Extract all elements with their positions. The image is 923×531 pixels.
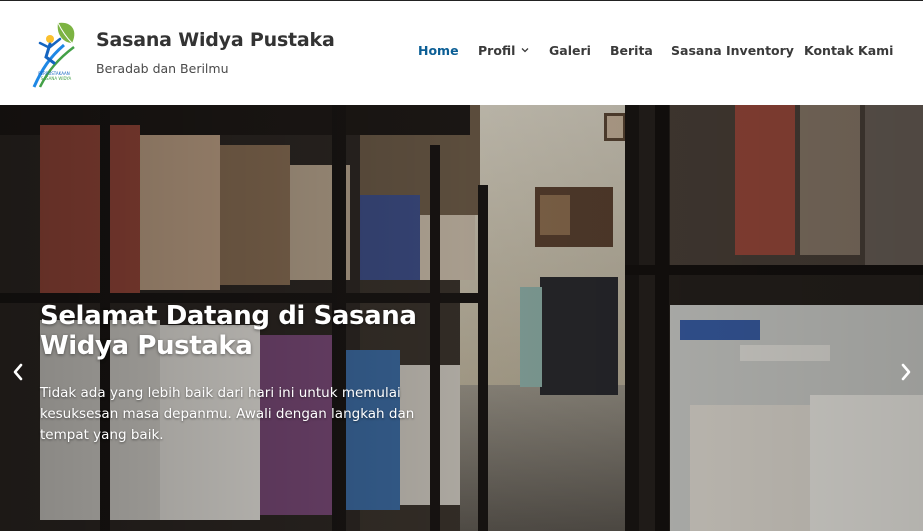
hero-description: Tidak ada yang lebih baik dari hari ini … — [40, 385, 415, 443]
hero-slider: Selamat Datang di Sasana Widya Pustaka T… — [0, 105, 923, 531]
chevron-right-icon — [901, 363, 911, 381]
nav-item-sasana-inventory[interactable]: Sasana Inventory — [671, 43, 794, 58]
chevron-left-icon — [13, 363, 23, 381]
nav-item-kontak-kami[interactable]: Kontak Kami — [804, 43, 893, 58]
nav-item-galeri[interactable]: Galeri — [549, 43, 591, 58]
site-logo[interactable]: PERPUSTAKAAN SASANA WIDYA — [28, 17, 80, 89]
slider-next-button[interactable] — [898, 361, 914, 383]
hero-title: Selamat Datang di Sasana Widya Pustaka — [40, 301, 417, 361]
site-header: PERPUSTAKAAN SASANA WIDYA Sasana Widya P… — [0, 1, 923, 105]
chevron-down-icon — [522, 48, 529, 53]
nav-item-berita[interactable]: Berita — [610, 43, 653, 58]
library-logo-icon: PERPUSTAKAAN SASANA WIDYA — [32, 22, 75, 88]
nav-item-profil-label: Profil — [478, 43, 516, 58]
site-tagline: Beradab dan Berilmu — [96, 61, 229, 76]
site-title[interactable]: Sasana Widya Pustaka — [96, 29, 335, 51]
nav-item-home[interactable]: Home — [418, 43, 459, 58]
slider-prev-button[interactable] — [10, 361, 26, 383]
logo-text-bottom: SASANA WIDYA — [41, 76, 72, 81]
nav-item-profil[interactable]: Profil — [478, 43, 530, 58]
